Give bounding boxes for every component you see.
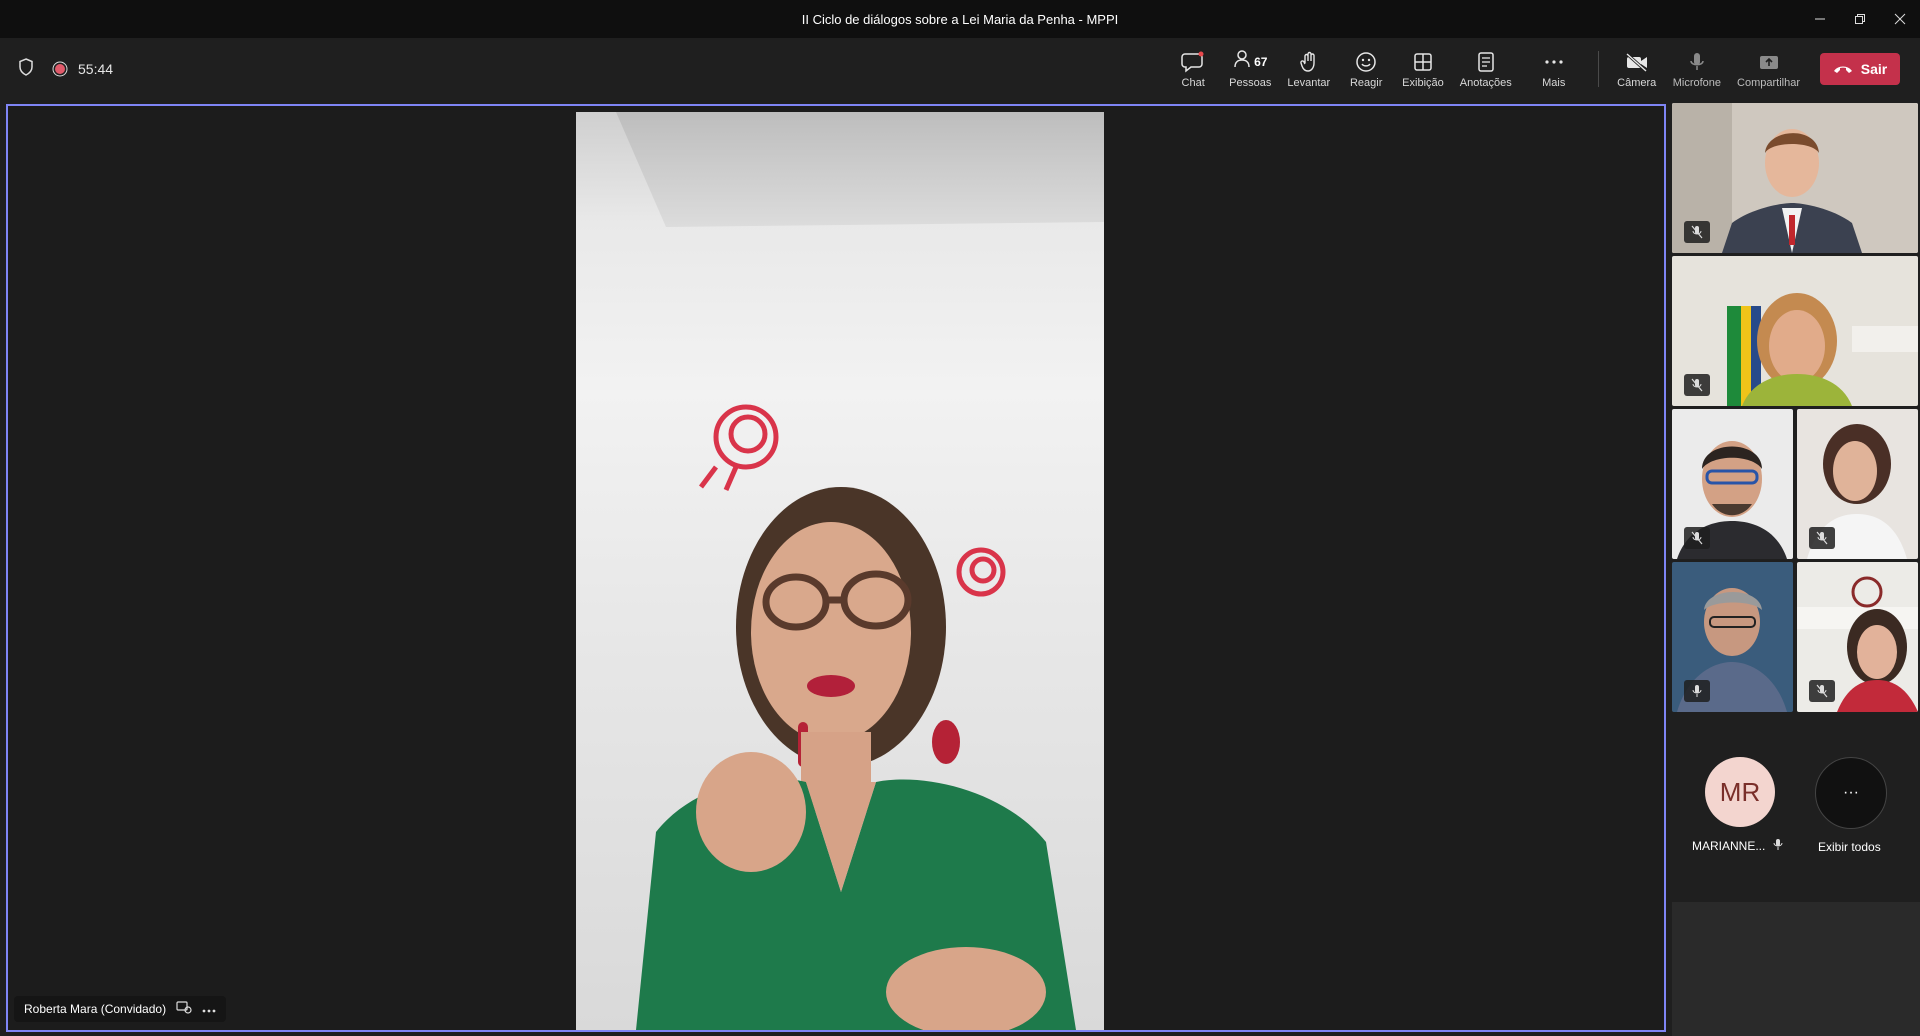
meeting-toolbar: 55:44 Chat 67 Pessoas Levantar Reagir Ex… <box>0 38 1920 100</box>
hang-up-icon <box>1833 61 1853 77</box>
chat-button[interactable]: Chat <box>1165 38 1221 100</box>
microphone-button[interactable]: Microfone <box>1665 38 1729 100</box>
mic-muted-icon <box>1684 527 1710 549</box>
participant-name: MARIANNE... <box>1692 838 1783 854</box>
more-label: Mais <box>1542 76 1566 89</box>
speaker-video[interactable] <box>576 112 1104 1030</box>
mic-muted-icon <box>1684 374 1710 396</box>
react-label: Reagir <box>1349 76 1383 89</box>
participant-tile[interactable] <box>1797 409 1918 559</box>
shield-icon[interactable] <box>18 57 34 81</box>
emoji-icon <box>1355 50 1377 74</box>
camera-button[interactable]: Câmera <box>1609 38 1665 100</box>
notes-button[interactable]: Anotações <box>1452 38 1520 100</box>
raise-hand-button[interactable]: Levantar <box>1279 38 1338 100</box>
view-button[interactable]: Exibição <box>1394 38 1452 100</box>
raise-hand-label: Levantar <box>1287 76 1331 89</box>
view-label: Exibição <box>1402 76 1444 89</box>
avatar[interactable]: MR <box>1705 757 1775 827</box>
notes-label: Anotações <box>1459 76 1512 89</box>
people-icon <box>1233 49 1251 74</box>
grid-view-icon <box>1413 50 1433 74</box>
more-icon <box>1544 50 1564 74</box>
close-icon[interactable] <box>1880 0 1920 38</box>
show-all-button[interactable]: ··· <box>1815 757 1887 829</box>
leave-button[interactable]: Sair <box>1820 53 1900 85</box>
speaker-video-frame <box>616 112 1104 1030</box>
main-stage: Roberta Mara (Convidado) <box>6 104 1666 1032</box>
react-button[interactable]: Reagir <box>1338 38 1394 100</box>
participant-tile[interactable] <box>1672 103 1918 253</box>
more-icon: ··· <box>1843 784 1859 801</box>
restore-icon[interactable] <box>1840 0 1880 38</box>
more-button[interactable]: Mais <box>1520 38 1588 100</box>
show-all-label: Exibir todos <box>1818 840 1881 854</box>
minimize-icon[interactable] <box>1800 0 1840 38</box>
leave-label: Sair <box>1860 61 1888 77</box>
gallery-footer <box>1672 902 1920 1036</box>
people-button[interactable]: 67 Pessoas <box>1221 38 1279 100</box>
toolbar-divider <box>1597 51 1599 87</box>
speaker-namebar[interactable]: Roberta Mara (Convidado) <box>14 996 227 1022</box>
title-bar: II Ciclo de diálogos sobre a Lei Maria d… <box>0 0 1920 38</box>
microphone-label: Microfone <box>1672 76 1722 89</box>
mic-muted-icon <box>1809 680 1835 702</box>
avatar-initials: MR <box>1719 776 1761 807</box>
chat-icon <box>1181 50 1205 74</box>
overflow-participants: MR MARIANNE... ··· Exibir todos <box>1672 740 1920 900</box>
toolbar-actions: Chat 67 Pessoas Levantar Reagir Exibição… <box>1165 38 1900 100</box>
notes-icon <box>1477 50 1495 74</box>
chat-label: Chat <box>1181 76 1205 89</box>
share-button[interactable]: Compartilhar <box>1729 38 1808 100</box>
participant-tile[interactable] <box>1672 562 1793 712</box>
mic-icon <box>1684 680 1710 702</box>
people-count: 67 <box>1254 54 1268 69</box>
window-controls <box>1800 0 1920 38</box>
camera-label: Câmera <box>1617 76 1657 89</box>
mic-icon <box>1773 838 1783 854</box>
meeting-timer: 55:44 <box>78 61 114 77</box>
participant-tile[interactable] <box>1797 562 1918 712</box>
participant-tile[interactable] <box>1672 409 1793 559</box>
more-options-icon[interactable] <box>202 1000 216 1018</box>
participant-tile[interactable] <box>1672 256 1918 406</box>
mic-muted-icon <box>1809 527 1835 549</box>
raise-hand-icon <box>1299 50 1319 74</box>
speaker-name: Roberta Mara (Convidado) <box>24 1002 167 1016</box>
recording-icon: 55:44 <box>52 61 113 77</box>
spotlight-icon <box>176 1000 192 1019</box>
share-label: Compartilhar <box>1737 76 1800 89</box>
mic-muted-icon <box>1684 221 1710 243</box>
share-icon <box>1758 50 1780 74</box>
microphone-icon <box>1688 50 1706 74</box>
people-label: Pessoas <box>1229 76 1272 89</box>
window-title: II Ciclo de diálogos sobre a Lei Maria d… <box>801 11 1119 27</box>
camera-off-icon <box>1625 50 1649 74</box>
participant-name-label: MARIANNE... <box>1692 839 1766 853</box>
meeting-status: 55:44 <box>18 38 113 100</box>
